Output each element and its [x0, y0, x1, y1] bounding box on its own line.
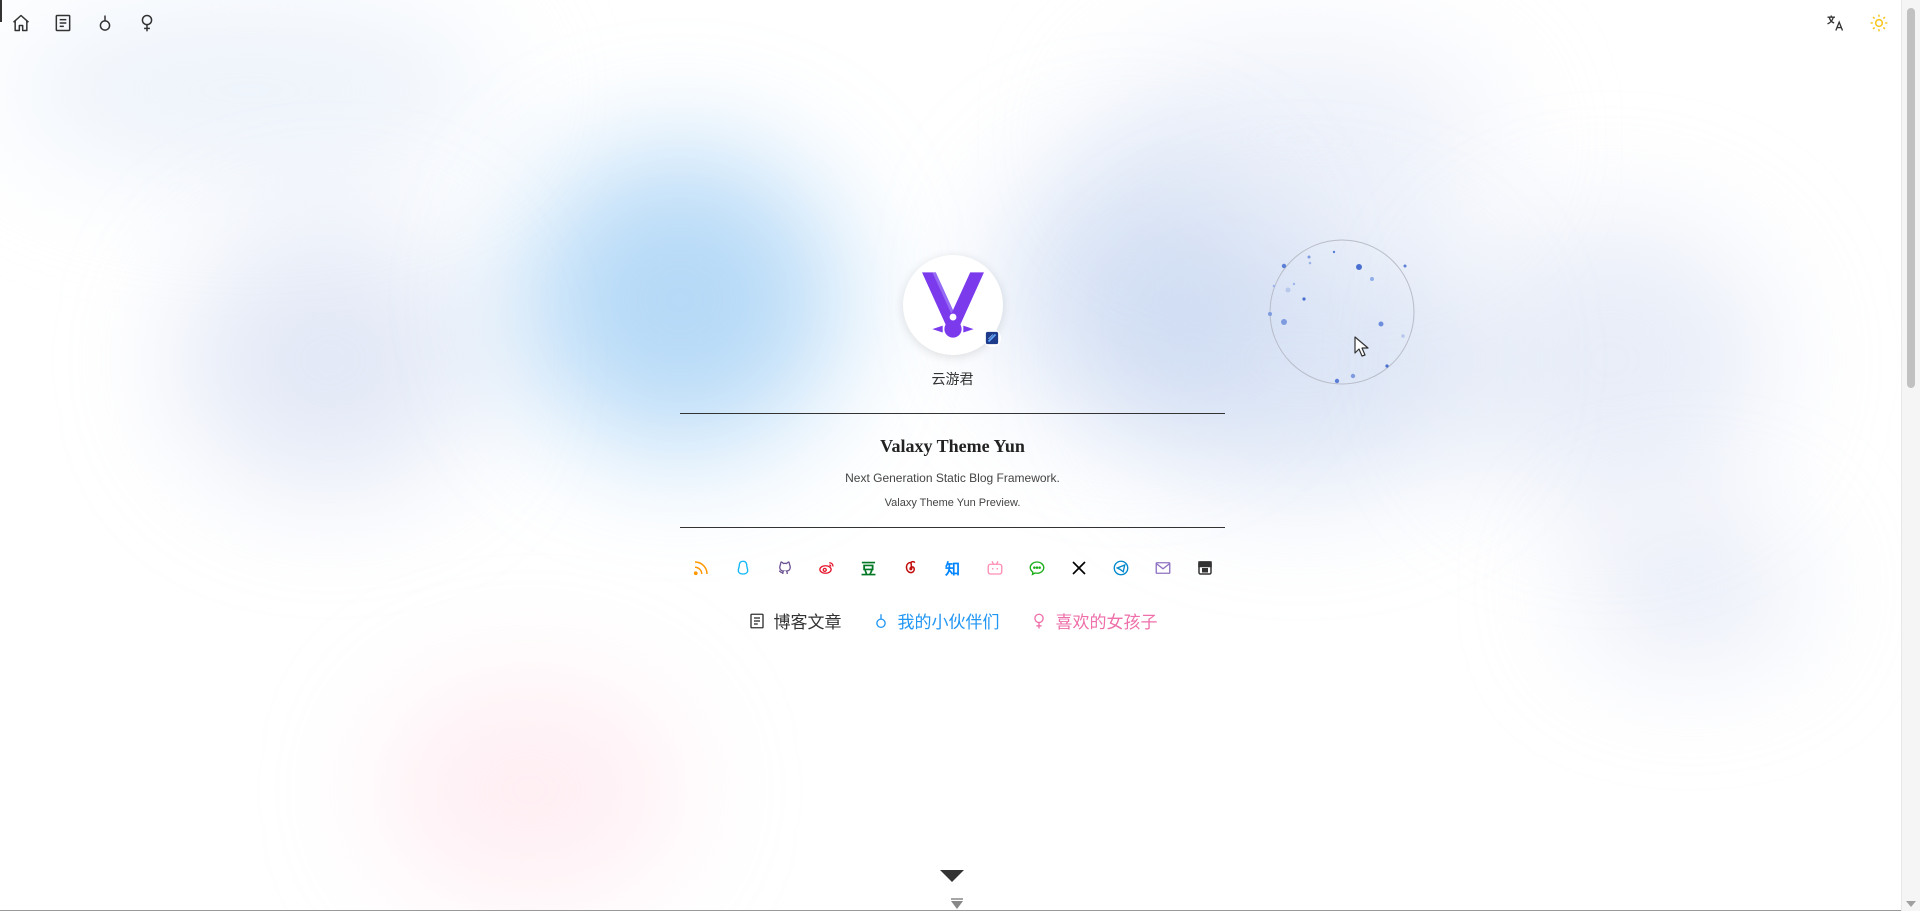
female-icon[interactable]: [136, 12, 158, 34]
scroll-down-button[interactable]: [944, 890, 970, 911]
sun-icon[interactable]: [1868, 12, 1890, 34]
page: 云游君 Valaxy Theme Yun Next Generation Sta…: [0, 0, 1920, 911]
scrollbar-thumb[interactable]: [1907, 8, 1915, 388]
mouse-cursor-icon: [1354, 336, 1369, 357]
qq-icon[interactable]: [733, 558, 753, 578]
nav-link-friends[interactable]: 我的小伙伴们: [872, 608, 1000, 633]
translate-icon[interactable]: [1824, 12, 1846, 34]
top-nav: [10, 12, 158, 34]
site-subtitle: Next Generation Static Blog Framework.: [845, 471, 1060, 485]
netease-music-icon[interactable]: [901, 558, 921, 578]
rss-icon[interactable]: [691, 558, 711, 578]
email-icon[interactable]: [1153, 558, 1173, 578]
scroll-down-arrow-icon[interactable]: [940, 870, 964, 884]
nav-link-friends-label: 我的小伙伴们: [897, 613, 1000, 632]
social-links: 豆 知: [680, 558, 1225, 578]
divider-top: [680, 413, 1225, 414]
avatar-badge-icon: [982, 329, 1001, 347]
zhihu-icon[interactable]: 知: [943, 558, 963, 578]
document-icon[interactable]: [52, 12, 74, 34]
author-name: 云游君: [931, 372, 974, 388]
wechat-icon[interactable]: [1027, 558, 1047, 578]
site-title[interactable]: Valaxy Theme Yun: [680, 436, 1225, 457]
text-caret: [0, 0, 2, 22]
nav-link-posts[interactable]: 博客文章: [748, 608, 842, 633]
github-icon[interactable]: [775, 558, 795, 578]
female-icon: [1033, 613, 1044, 628]
bilibili-icon[interactable]: [985, 558, 1005, 578]
nav-link-girls[interactable]: 喜欢的女孩子: [1030, 608, 1158, 633]
male-icon: [875, 613, 886, 628]
nav-link-girls-label: 喜欢的女孩子: [1055, 613, 1158, 632]
avatar-wrapper: [902, 255, 1003, 355]
vertical-scrollbar[interactable]: [1901, 0, 1920, 911]
nav-link-posts-label: 博客文章: [773, 613, 842, 632]
nav-links: 博客文章 我的小伙伴们 喜欢的女孩子: [680, 608, 1225, 633]
x-icon[interactable]: [1069, 558, 1089, 578]
male-icon[interactable]: [94, 12, 116, 34]
telegram-icon[interactable]: [1111, 558, 1131, 578]
divider-bottom: [680, 527, 1225, 528]
profile-card: 云游君 Valaxy Theme Yun Next Generation Sta…: [680, 255, 1225, 633]
douban-icon[interactable]: 豆: [859, 558, 879, 578]
weibo-icon[interactable]: [817, 558, 837, 578]
cursor-particle-ring: [1268, 239, 1415, 385]
home-icon[interactable]: [10, 12, 32, 34]
site-description: Valaxy Theme Yun Preview.: [884, 497, 1021, 509]
travelling-icon[interactable]: [1195, 558, 1215, 578]
top-actions: [1824, 12, 1890, 34]
scrollbar-down-arrow-icon[interactable]: [1906, 901, 1916, 907]
document-icon: [749, 613, 764, 628]
